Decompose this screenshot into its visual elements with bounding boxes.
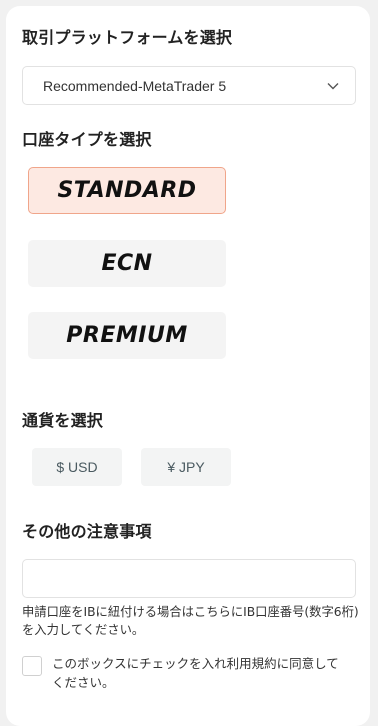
currency-jpy-label: ¥ JPY	[167, 459, 205, 475]
account-type-premium-label: PREMIUM	[66, 323, 188, 348]
account-type-standard[interactable]: STANDARD	[28, 167, 226, 214]
account-type-premium[interactable]: PREMIUM	[28, 312, 226, 359]
currency-jpy-button[interactable]: ¥ JPY	[141, 448, 231, 486]
chevron-down-icon	[327, 83, 339, 90]
account-form-card: 取引プラットフォームを選択 Recommended-MetaTrader 5 口…	[6, 6, 370, 726]
platform-select-value: Recommended-MetaTrader 5	[43, 77, 227, 94]
currency-usd-label: $ USD	[56, 459, 98, 475]
currency-usd-button[interactable]: $ USD	[32, 448, 122, 486]
account-type-heading: 口座タイプを選択	[22, 130, 152, 149]
platform-select[interactable]: Recommended-MetaTrader 5	[22, 66, 356, 105]
platform-heading: 取引プラットフォームを選択	[22, 28, 233, 47]
agreement-label: このボックスにチェックを入れ利用規約に同意してください。	[52, 656, 339, 690]
account-type-standard-label: STANDARD	[57, 178, 197, 203]
account-type-ecn-label: ECN	[101, 251, 153, 276]
account-type-ecn[interactable]: ECN	[28, 240, 226, 287]
agreement-checkbox[interactable]	[22, 656, 42, 676]
ib-number-hint: 申請口座をIBに紐付ける場合はこちらにIB口座番号(数字6桁)を入力してください…	[22, 605, 359, 637]
notes-heading: その他の注意事項	[22, 522, 152, 541]
ib-number-input[interactable]	[22, 559, 356, 598]
currency-heading: 通貨を選択	[22, 411, 104, 430]
